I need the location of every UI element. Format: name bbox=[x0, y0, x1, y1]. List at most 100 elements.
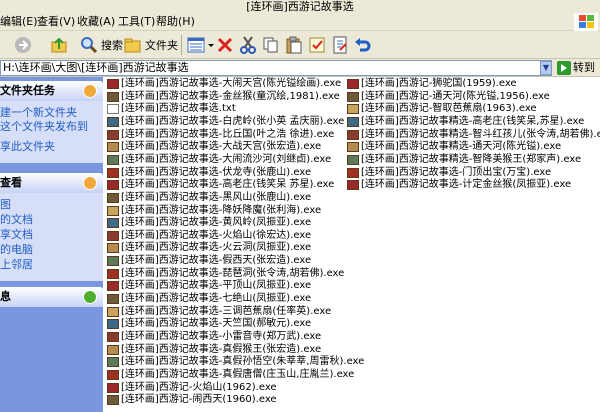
file-item[interactable]: [连环画]西游记故事选-真假猴王(张宏造).exe bbox=[107, 344, 321, 356]
place-network[interactable]: 上邻居 bbox=[0, 259, 33, 271]
task-share-folder[interactable]: 享此文件夹 bbox=[0, 141, 55, 153]
file-item[interactable]: [连环画]西游记故事选-伏龙寺(张鹿山).exe bbox=[107, 167, 311, 179]
task-pane: 文件夹任务 建一个新文件夹 这个文件夹发布到 享此文件夹 查看 图 的文档 享文… bbox=[0, 77, 103, 412]
file-item[interactable]: [连环画]西游记故事精选-通天河(陈光镒).exe bbox=[347, 141, 561, 153]
up-folder-button[interactable] bbox=[50, 34, 70, 56]
file-item[interactable]: [连环画]西游记故事精选-智斗红孩儿(张令涛,胡若佛).exe bbox=[347, 129, 600, 141]
go-button[interactable]: 转到 bbox=[573, 60, 595, 76]
exe-file-icon bbox=[107, 281, 119, 292]
place-my-documents[interactable]: 的文档 bbox=[0, 214, 33, 226]
other-places-title: 查看 bbox=[0, 176, 22, 189]
file-item[interactable]: [连环画]西游记故事选-大闹天宫(陈光镒绘画).exe bbox=[107, 78, 341, 90]
file-item[interactable]: [连环画]西游记故事选-大闹流沙河(刘继卣).exe bbox=[107, 154, 331, 166]
delete-button[interactable] bbox=[216, 34, 234, 56]
file-item[interactable]: [连环画]西游记-火焰山(1962).exe bbox=[107, 382, 277, 394]
file-item[interactable]: [连环画]西游记-闹西天(1960).exe bbox=[107, 394, 277, 406]
file-name: [连环画]西游记故事选-大闹流沙河(刘继卣).exe bbox=[121, 153, 332, 165]
go-arrow-icon[interactable] bbox=[557, 61, 571, 75]
exe-file-icon bbox=[347, 154, 359, 165]
collapse-icon[interactable] bbox=[83, 84, 97, 98]
address-bar: H:\连环画\大图\[连环画]西游记故事选 ▼ 转到 bbox=[0, 59, 600, 77]
paste-button[interactable] bbox=[285, 34, 303, 56]
collapse-icon[interactable] bbox=[83, 176, 97, 190]
file-name: [连环画]西游记故事精选-智斗红孩儿(张令涛,胡若佛).exe bbox=[361, 128, 600, 140]
file-item[interactable]: [连环画]西游记故事选-七绝山(凤振亚).exe bbox=[107, 293, 311, 305]
expand-icon[interactable] bbox=[83, 290, 97, 304]
menu-tools[interactable]: 工具(T) bbox=[118, 15, 155, 29]
file-item[interactable]: [连环画]西游记故事选-计定金丝猴(凤振亚).exe bbox=[347, 179, 571, 191]
exe-file-icon bbox=[347, 116, 359, 127]
file-item[interactable]: [连环画]西游记故事选-白虎岭(张小英 孟庆丽).exe bbox=[107, 116, 344, 128]
folders-button[interactable]: 文件夹 bbox=[124, 34, 178, 56]
file-item[interactable]: [连环画]西游记故事精选-高老庄(钱笑呆,苏星).exe bbox=[347, 116, 584, 128]
task-publish-folder[interactable]: 这个文件夹发布到 bbox=[0, 121, 88, 133]
file-name: [连环画]西游记故事选-真假孙悟空(朱莘莘,周雷秋).exe bbox=[121, 356, 365, 368]
views-button[interactable] bbox=[187, 34, 215, 56]
exe-file-icon bbox=[107, 319, 119, 330]
address-input[interactable]: H:\连环画\大图\[连环画]西游记故事选 bbox=[0, 60, 552, 76]
file-name: [连环画]西游记故事选-假西天(张宏造).exe bbox=[121, 255, 312, 267]
file-name: [连环画]西游记故事选-平顶山(凤振亚).exe bbox=[121, 280, 312, 292]
file-item[interactable]: [连环画]西游记故事选-黄风岭(凤振亚).exe bbox=[107, 217, 311, 229]
checklist-icon bbox=[309, 37, 325, 53]
file-item[interactable]: [连环画]西游记-智取芭蕉扇(1963).exe bbox=[347, 103, 537, 115]
file-item[interactable]: [连环画]西游记故事选-高老庄(钱笑呆 苏星).exe bbox=[107, 179, 334, 191]
search-button[interactable]: 搜索 bbox=[80, 34, 123, 56]
file-name: [连环画]西游记-智取芭蕉扇(1963).exe bbox=[361, 103, 537, 115]
file-item[interactable]: [连环画]西游记故事选-天竺国(郝敏元).exe bbox=[107, 318, 311, 330]
exe-file-icon bbox=[347, 180, 359, 191]
file-tasks-header[interactable]: 文件夹任务 bbox=[0, 81, 103, 101]
file-item[interactable]: [连环画]西游记故事选-门顶出宝(万宝).exe bbox=[347, 167, 551, 179]
file-item[interactable]: [连环画]西游记故事选-三调芭蕉扇(任率英).exe bbox=[107, 306, 331, 318]
file-item[interactable]: [连环画]西游记故事选-真假孙悟空(朱莘莘,周雷秋).exe bbox=[107, 356, 364, 368]
exe-file-icon bbox=[107, 395, 119, 406]
menu-view[interactable]: 查看(V) bbox=[37, 15, 75, 29]
file-item[interactable]: [连环画]西游记故事选-大战天宫(张宏造).exe bbox=[107, 141, 321, 153]
exe-file-icon bbox=[107, 357, 119, 368]
file-item[interactable]: [连环画]西游记故事选-火焰山(徐宏达).exe bbox=[107, 230, 311, 242]
copy-button[interactable] bbox=[262, 34, 280, 56]
file-name: [连环画]西游记故事选-门顶出宝(万宝).exe bbox=[361, 166, 552, 178]
menu-edit[interactable]: 编辑(E) bbox=[0, 15, 38, 29]
file-item[interactable]: [连环画]西游记故事选-比丘国(叶之浩 徐进).exe bbox=[107, 129, 334, 141]
exe-file-icon bbox=[107, 180, 119, 191]
file-name: [连环画]西游记故事选-大闹天宫(陈光镒绘画).exe bbox=[121, 78, 342, 89]
file-item[interactable]: [连环画]西游记故事选-琵琶洞(张令涛,胡若佛).exe bbox=[107, 268, 344, 280]
file-name: [连环画]西游记故事选-三调芭蕉扇(任率英).exe bbox=[121, 305, 332, 317]
address-dropdown-button[interactable]: ▼ bbox=[540, 61, 552, 75]
other-places-header[interactable]: 查看 bbox=[0, 173, 103, 193]
forward-button[interactable] bbox=[14, 34, 32, 56]
menu-favorites[interactable]: 收藏(A) bbox=[77, 15, 115, 29]
file-item[interactable]: [连环画]西游记-狮驼国(1959).exe bbox=[347, 78, 517, 90]
file-item[interactable]: [连环画]西游记故事选-真假唐僧(庄玉山,庄胤兰).exe bbox=[107, 369, 354, 381]
details-title: 息 bbox=[0, 290, 11, 303]
cut-button[interactable] bbox=[239, 34, 257, 56]
file-item[interactable]: [连环画]西游记故事选-降妖降魔(张利海).exe bbox=[107, 205, 321, 217]
file-tasks-title: 文件夹任务 bbox=[0, 84, 55, 97]
task-new-folder[interactable]: 建一个新文件夹 bbox=[0, 107, 77, 119]
file-item[interactable]: [连环画]西游记故事选-假西天(张宏造).exe bbox=[107, 255, 311, 267]
place-my-computer[interactable]: 的电脑 bbox=[0, 244, 33, 256]
file-item[interactable]: [连环画]西游记-通天河(陈光镒,1956).exe bbox=[347, 91, 550, 103]
file-item[interactable]: [连环画]西游记故事精选-智降美猴王(郑家声).exe bbox=[347, 154, 581, 166]
file-item[interactable]: [连环画]西游记故事选-黑风山(张鹿山).exe bbox=[107, 192, 311, 204]
edit-document-button[interactable] bbox=[331, 34, 349, 56]
details-header[interactable]: 息 bbox=[0, 287, 103, 307]
window-title: [连环画]西游记故事选 bbox=[0, 0, 600, 13]
file-item[interactable]: [连环画]西游记故事选-火云洞(凤振亚).exe bbox=[107, 242, 311, 254]
exe-file-icon bbox=[107, 91, 119, 102]
properties-button[interactable] bbox=[308, 34, 326, 56]
file-item[interactable]: [连环画]西游记故事选.txt bbox=[107, 103, 236, 115]
file-item[interactable]: [连环画]西游记故事选-金丝猴(童沉绘,1981).exe bbox=[107, 91, 340, 103]
exe-file-icon bbox=[107, 382, 119, 393]
undo-button[interactable] bbox=[354, 34, 372, 56]
file-name: [连环画]西游记故事选-金丝猴(童沉绘,1981).exe bbox=[121, 90, 340, 102]
place-pictures[interactable]: 图 bbox=[0, 199, 11, 211]
menu-help[interactable]: 帮助(H) bbox=[156, 15, 195, 29]
file-item[interactable]: [连环画]西游记故事选-平顶山(凤振亚).exe bbox=[107, 280, 311, 292]
exe-file-icon bbox=[107, 369, 119, 380]
file-item[interactable]: [连环画]西游记故事选-小雷音寺(郑万武).exe bbox=[107, 331, 321, 343]
exe-file-icon bbox=[107, 294, 119, 305]
place-shared-documents[interactable]: 享文档 bbox=[0, 229, 33, 241]
paste-clipboard-icon bbox=[286, 36, 302, 54]
